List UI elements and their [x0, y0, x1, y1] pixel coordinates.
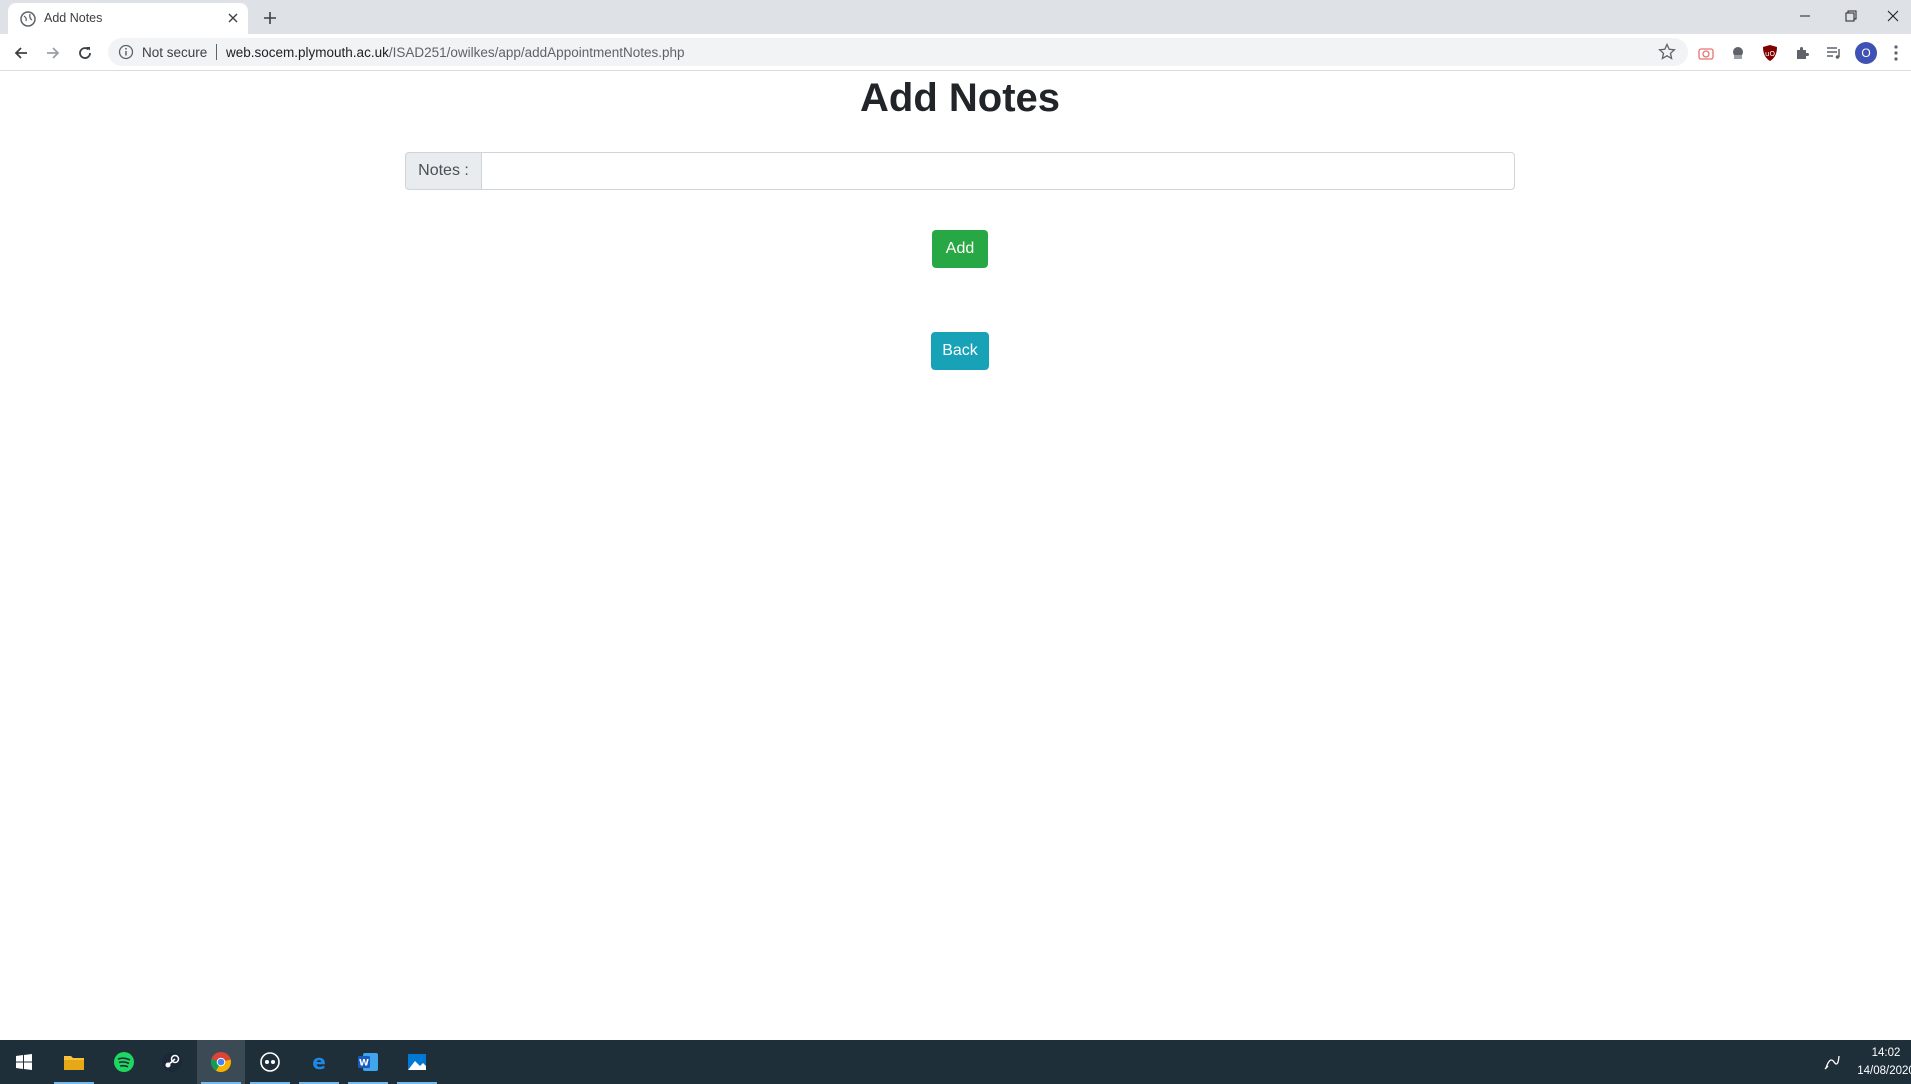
clock-date: 14/08/2020: [1857, 1065, 1911, 1077]
info-icon[interactable]: [118, 44, 134, 60]
add-button[interactable]: Add: [932, 230, 988, 268]
bookmark-star-icon[interactable]: [1658, 43, 1676, 61]
globe-icon: [20, 11, 36, 27]
extension-camera-icon[interactable]: [1696, 43, 1716, 63]
kebab-menu-icon[interactable]: [1888, 42, 1904, 64]
url-separator: [216, 44, 217, 60]
url-host: web.socem.plymouth.ac.uk: [226, 45, 389, 60]
page-content: Add Notes Notes : Add Back: [0, 72, 1911, 1040]
clock-time: 14:02: [1871, 1047, 1901, 1059]
word-icon[interactable]: W: [344, 1040, 392, 1084]
spotify-icon[interactable]: [100, 1040, 148, 1084]
extension-privacy-icon[interactable]: [1728, 43, 1748, 63]
new-tab-icon[interactable]: [260, 8, 280, 28]
profile-avatar[interactable]: O: [1855, 42, 1877, 64]
back-arrow-icon[interactable]: [8, 40, 34, 66]
ublock-shield-icon[interactable]: uO: [1760, 43, 1780, 63]
url-text[interactable]: web.socem.plymouth.ac.uk/ISAD251/owilkes…: [226, 45, 685, 60]
edge-icon[interactable]: e: [295, 1040, 343, 1084]
close-window-icon[interactable]: [1874, 0, 1911, 32]
notes-input[interactable]: [481, 152, 1515, 190]
notes-label: Notes :: [405, 152, 481, 190]
steam-icon[interactable]: [148, 1040, 196, 1084]
media-queue-icon[interactable]: [1824, 43, 1844, 63]
minimize-icon[interactable]: [1782, 0, 1828, 32]
forward-arrow-icon[interactable]: [40, 40, 66, 66]
app-icon[interactable]: [246, 1040, 294, 1084]
restore-icon[interactable]: [1828, 0, 1874, 32]
close-tab-icon[interactable]: [224, 9, 242, 27]
notes-input-group: Notes :: [405, 152, 1515, 190]
chrome-icon[interactable]: [197, 1040, 245, 1084]
browser-tab[interactable]: Add Notes: [8, 3, 248, 34]
page-title: Add Notes: [860, 76, 1060, 120]
windows-taskbar: e W 14:02 14/08/2020: [0, 1040, 1911, 1084]
tab-title: Add Notes: [44, 11, 103, 25]
back-button[interactable]: Back: [931, 332, 989, 370]
reload-icon[interactable]: [72, 40, 98, 66]
puzzle-extensions-icon[interactable]: [1792, 43, 1812, 63]
security-label: Not secure: [142, 45, 208, 60]
browser-toolbar: Not secure web.socem.plymouth.ac.uk/ISAD…: [0, 34, 1911, 71]
svg-text:W: W: [359, 1059, 369, 1069]
pen-tray-icon[interactable]: [1822, 1052, 1842, 1072]
tab-strip: Add Notes: [0, 0, 1911, 34]
file-explorer-icon[interactable]: [50, 1040, 98, 1084]
start-icon[interactable]: [0, 1040, 48, 1084]
system-clock[interactable]: 14:02 14/08/2020: [1856, 1044, 1911, 1080]
svg-text:uO: uO: [1765, 50, 1775, 58]
url-path: /ISAD251/owilkes/app/addAppointmentNotes…: [388, 45, 685, 60]
svg-text:e: e: [312, 1051, 326, 1073]
address-bar[interactable]: Not secure web.socem.plymouth.ac.uk/ISAD…: [108, 38, 1688, 66]
photos-icon[interactable]: [393, 1040, 441, 1084]
